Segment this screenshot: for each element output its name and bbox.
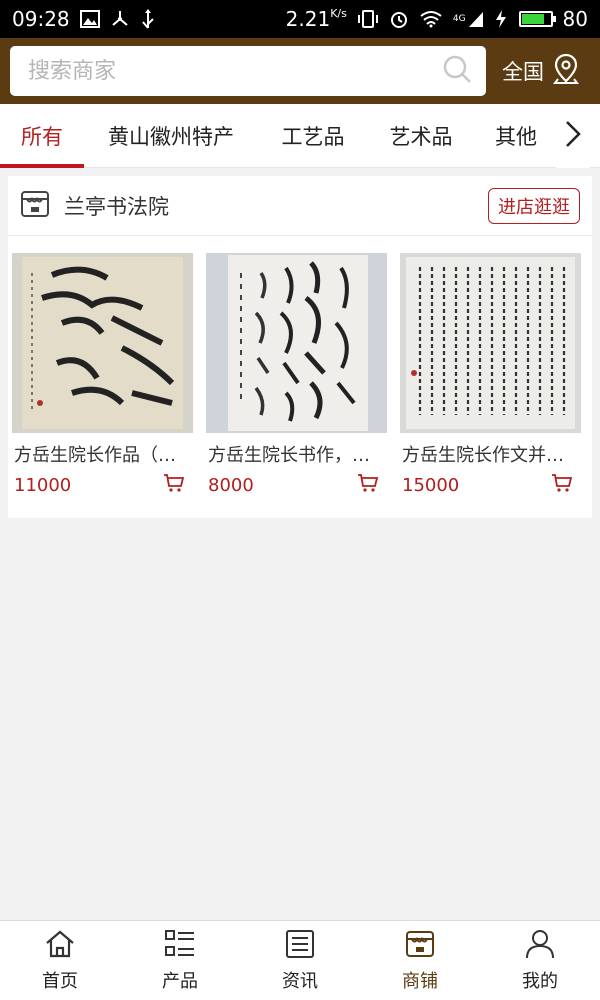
user-icon (524, 929, 556, 964)
shop-card: 兰亭书法院 进店逛逛 方岳生院长作品（… 11000 方岳生院长书作，… 800… (8, 176, 592, 518)
cart-icon[interactable] (357, 473, 379, 497)
wifi-icon (419, 10, 443, 28)
cart-icon[interactable] (551, 473, 573, 497)
usb-icon (140, 8, 156, 30)
tab-all[interactable]: 所有 (0, 104, 84, 168)
vibrate-icon (357, 9, 379, 29)
nav-mine-label: 我的 (522, 970, 558, 992)
nav-stores-label: 商铺 (402, 970, 438, 992)
product-price: 15000 (402, 474, 460, 496)
search-box[interactable] (10, 46, 486, 96)
header-bar: 全国 (0, 38, 600, 104)
product-list: 方岳生院长作品（… 11000 方岳生院长书作，… 8000 方岳生院长作文并…… (8, 236, 592, 497)
product-image-calligraphy-2[interactable] (206, 253, 387, 433)
nav-news-label: 资讯 (282, 970, 318, 992)
product-price: 8000 (208, 474, 254, 496)
home-icon (44, 929, 76, 964)
product-card[interactable]: 方岳生院长作品（… 11000 (12, 253, 193, 497)
region-label: 全国 (502, 60, 544, 84)
nav-products[interactable]: 产品 (120, 921, 240, 1000)
news-icon (284, 929, 316, 964)
battery-level (521, 14, 544, 24)
status-bar: 09:28 2.21K/s 4G 80 (0, 0, 600, 38)
list-icon (164, 929, 196, 964)
nav-news[interactable]: 资讯 (240, 921, 360, 1000)
shop-header: 兰亭书法院 进店逛逛 (8, 176, 592, 236)
product-title[interactable]: 方岳生院长书作，… (206, 441, 380, 467)
nav-home[interactable]: 首页 (0, 921, 120, 1000)
category-tabs: 所有 黄山徽州特产 工艺品 艺术品 其他 (0, 104, 600, 168)
tab-artwork[interactable]: 艺术品 (368, 104, 474, 168)
product-title[interactable]: 方岳生院长作品（… (12, 441, 186, 467)
network-speed: 2.21K/s (285, 7, 347, 31)
nav-products-label: 产品 (162, 970, 198, 992)
signal-icon: 4G (453, 10, 485, 28)
product-card[interactable]: 方岳生院长作文并… 15000 (400, 253, 581, 497)
product-image-calligraphy-3[interactable] (400, 253, 581, 433)
nav-home-label: 首页 (42, 970, 78, 992)
search-input[interactable] (26, 57, 410, 85)
product-image-calligraphy-1[interactable] (12, 253, 193, 433)
shop-name: 兰亭书法院 (64, 194, 169, 219)
alarm-icon (389, 9, 409, 29)
charging-icon (495, 9, 507, 29)
search-icon[interactable] (442, 54, 472, 88)
product-price: 11000 (14, 474, 72, 496)
product-card[interactable]: 方岳生院长书作，… 8000 (206, 253, 387, 497)
enter-shop-button[interactable]: 进店逛逛 (488, 187, 580, 224)
image-notification-icon (79, 10, 100, 28)
tabs-scroll-right-button[interactable] (556, 104, 590, 168)
tab-crafts[interactable]: 工艺品 (258, 104, 368, 168)
nav-mine[interactable]: 我的 (480, 921, 600, 1000)
share-notification-icon (110, 9, 130, 29)
tab-huangshan-specialty[interactable]: 黄山徽州特产 (84, 104, 258, 168)
tab-other[interactable]: 其他 (474, 104, 558, 168)
battery-icon (518, 11, 556, 27)
product-title[interactable]: 方岳生院长作文并… (400, 441, 574, 467)
bottom-navigation: 首页 产品 资讯 商铺 我的 (0, 920, 600, 1000)
chevron-right-icon (564, 119, 582, 153)
region-selector[interactable]: 全国 (502, 53, 580, 90)
location-pin-icon (552, 53, 580, 90)
store-icon (20, 189, 50, 223)
battery-percent: 80 (562, 7, 588, 31)
nav-stores[interactable]: 商铺 (360, 921, 480, 1000)
store-icon (404, 929, 436, 964)
cart-icon[interactable] (163, 473, 185, 497)
status-time: 09:28 (12, 7, 70, 31)
